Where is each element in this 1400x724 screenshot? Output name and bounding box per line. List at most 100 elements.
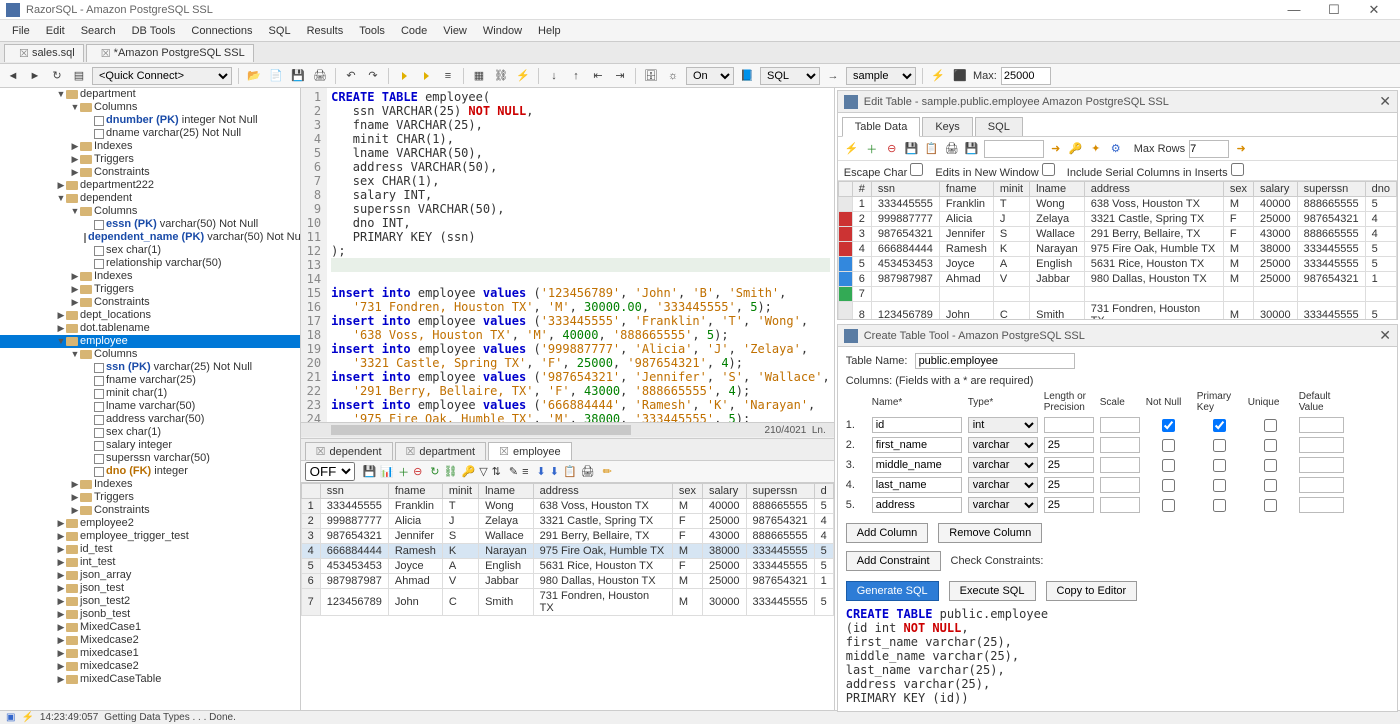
- add2-icon[interactable]: ＋: [864, 141, 880, 157]
- grid-cell[interactable]: 987987987: [871, 272, 939, 287]
- result-mode-dropdown[interactable]: OFF: [305, 462, 355, 481]
- tree-row[interactable]: address varchar(50): [0, 413, 300, 426]
- grid-cell[interactable]: 40000: [1253, 197, 1297, 212]
- sql-dropdown[interactable]: SQL: [760, 67, 820, 85]
- tree-row[interactable]: dnumber (PK) integer Not Null: [0, 114, 300, 127]
- tree-row[interactable]: ▶mixedcase1: [0, 647, 300, 660]
- col-scale-input[interactable]: [1100, 417, 1140, 433]
- grid-cell[interactable]: 333445555: [746, 544, 814, 559]
- row-header[interactable]: [838, 227, 852, 242]
- grid-cell[interactable]: 7: [852, 287, 871, 302]
- edit-table-close-icon[interactable]: ✕: [1379, 93, 1391, 110]
- del2-icon[interactable]: ⊖: [884, 141, 900, 157]
- grid-cell[interactable]: 25000: [702, 559, 746, 574]
- grid-cell[interactable]: Ahmad: [388, 574, 442, 589]
- grid-cell[interactable]: 5: [1365, 197, 1396, 212]
- grid-cell[interactable]: 638 Voss, Houston TX: [533, 499, 672, 514]
- grid-cell[interactable]: Jennifer: [388, 529, 442, 544]
- tree-row[interactable]: ▶Triggers: [0, 153, 300, 166]
- result-tab-department[interactable]: ☒department: [395, 442, 487, 460]
- grid-cell[interactable]: 987654321: [320, 529, 388, 544]
- grid-cell[interactable]: 5: [1365, 302, 1396, 320]
- undo-icon[interactable]: ↶: [342, 67, 360, 85]
- tree-toggle-icon[interactable]: ▼: [70, 348, 80, 361]
- grid-cell[interactable]: 25000: [702, 514, 746, 529]
- column-header[interactable]: superssn: [1297, 182, 1365, 197]
- add-constraint-button[interactable]: Add Constraint: [846, 551, 941, 571]
- tree-toggle-icon[interactable]: ▶: [56, 569, 66, 582]
- redo-icon[interactable]: ↷: [364, 67, 382, 85]
- grid-cell[interactable]: Franklin: [388, 499, 442, 514]
- grid-cell[interactable]: 453453453: [320, 559, 388, 574]
- arrow-down-icon[interactable]: ↓: [545, 67, 563, 85]
- grid-cell[interactable]: Smith: [1030, 302, 1085, 320]
- grid-cell[interactable]: 333445555: [1297, 257, 1365, 272]
- grid-cell[interactable]: S: [993, 227, 1029, 242]
- tree-row[interactable]: ▶Indexes: [0, 270, 300, 283]
- menu-tools[interactable]: Tools: [351, 25, 393, 37]
- link-result-icon[interactable]: ⛓: [444, 465, 458, 478]
- bolt2-icon[interactable]: ⚡: [844, 141, 860, 157]
- col-name-input[interactable]: [872, 417, 962, 433]
- tree-toggle-icon[interactable]: ▶: [56, 621, 66, 634]
- run-all-icon[interactable]: [417, 67, 435, 85]
- row-number[interactable]: 4: [301, 544, 320, 559]
- col-name-input[interactable]: [872, 437, 962, 453]
- tree-toggle-icon[interactable]: ▶: [56, 322, 66, 335]
- grid-cell[interactable]: 43000: [702, 529, 746, 544]
- grid-cell[interactable]: A: [442, 559, 478, 574]
- edits-checkbox[interactable]: [1042, 163, 1055, 176]
- grid-cell[interactable]: M: [1223, 272, 1253, 287]
- column-header[interactable]: lname: [1030, 182, 1085, 197]
- grid-cell[interactable]: [939, 287, 993, 302]
- grid-icon[interactable]: ▦: [470, 67, 488, 85]
- menu-sql[interactable]: SQL: [261, 25, 299, 37]
- grid-cell[interactable]: C: [442, 589, 478, 616]
- tree-toggle-icon[interactable]: ▶: [56, 660, 66, 673]
- grid-cell[interactable]: 987654321: [1297, 272, 1365, 287]
- grid-cell[interactable]: Ramesh: [939, 242, 993, 257]
- grid-cell[interactable]: 25000: [1253, 257, 1297, 272]
- col-pk-checkbox[interactable]: [1213, 439, 1226, 452]
- execute-sql-button[interactable]: Execute SQL: [949, 581, 1036, 601]
- add-row-icon[interactable]: ＋: [398, 464, 409, 480]
- grid-cell[interactable]: 43000: [1253, 227, 1297, 242]
- grid-cell[interactable]: 333445555: [320, 499, 388, 514]
- max-input[interactable]: [1001, 67, 1051, 85]
- grid-cell[interactable]: 638 Voss, Houston TX: [1084, 197, 1223, 212]
- tree-row[interactable]: sex char(1): [0, 244, 300, 257]
- grid-cell[interactable]: 38000: [1253, 242, 1297, 257]
- col-name-input[interactable]: [872, 497, 962, 513]
- grid-cell[interactable]: 333445555: [1297, 302, 1365, 320]
- tree-row[interactable]: ▼dependent: [0, 192, 300, 205]
- save-result-icon[interactable]: 💾: [363, 465, 377, 478]
- tree-toggle-icon[interactable]: ▶: [56, 179, 66, 192]
- grid-cell[interactable]: 980 Dallas, Houston TX: [1084, 272, 1223, 287]
- tree-row[interactable]: ▶dot.tablename: [0, 322, 300, 335]
- row-number[interactable]: 3: [301, 529, 320, 544]
- tree-row[interactable]: dname varchar(25) Not Null: [0, 127, 300, 140]
- grid-cell[interactable]: [1297, 287, 1365, 302]
- grid-cell[interactable]: 1: [852, 197, 871, 212]
- grid-cell[interactable]: 1: [1365, 272, 1396, 287]
- tree-row[interactable]: ▶mixedCaseTable: [0, 673, 300, 686]
- tree-row[interactable]: fname varchar(25): [0, 374, 300, 387]
- grid-cell[interactable]: V: [993, 272, 1029, 287]
- grid-cell[interactable]: F: [672, 514, 702, 529]
- grid-cell[interactable]: 30000: [1253, 302, 1297, 320]
- grid-cell[interactable]: J: [442, 514, 478, 529]
- row-header[interactable]: [838, 197, 852, 212]
- grid-cell[interactable]: [1365, 287, 1396, 302]
- grid-cell[interactable]: 666884444: [871, 242, 939, 257]
- open-icon[interactable]: 📂: [245, 67, 263, 85]
- list2-icon[interactable]: ≡: [522, 466, 528, 478]
- grid-cell[interactable]: 666884444: [320, 544, 388, 559]
- col-length-input[interactable]: [1044, 457, 1094, 473]
- col-pk-checkbox[interactable]: [1213, 499, 1226, 512]
- row-number[interactable]: 1: [301, 499, 320, 514]
- grid-cell[interactable]: M: [672, 589, 702, 616]
- grid-cell[interactable]: [1253, 287, 1297, 302]
- grid-cell[interactable]: 888665555: [746, 529, 814, 544]
- expand-icon[interactable]: ▤: [70, 67, 88, 85]
- refresh-icon[interactable]: ↻: [48, 67, 66, 85]
